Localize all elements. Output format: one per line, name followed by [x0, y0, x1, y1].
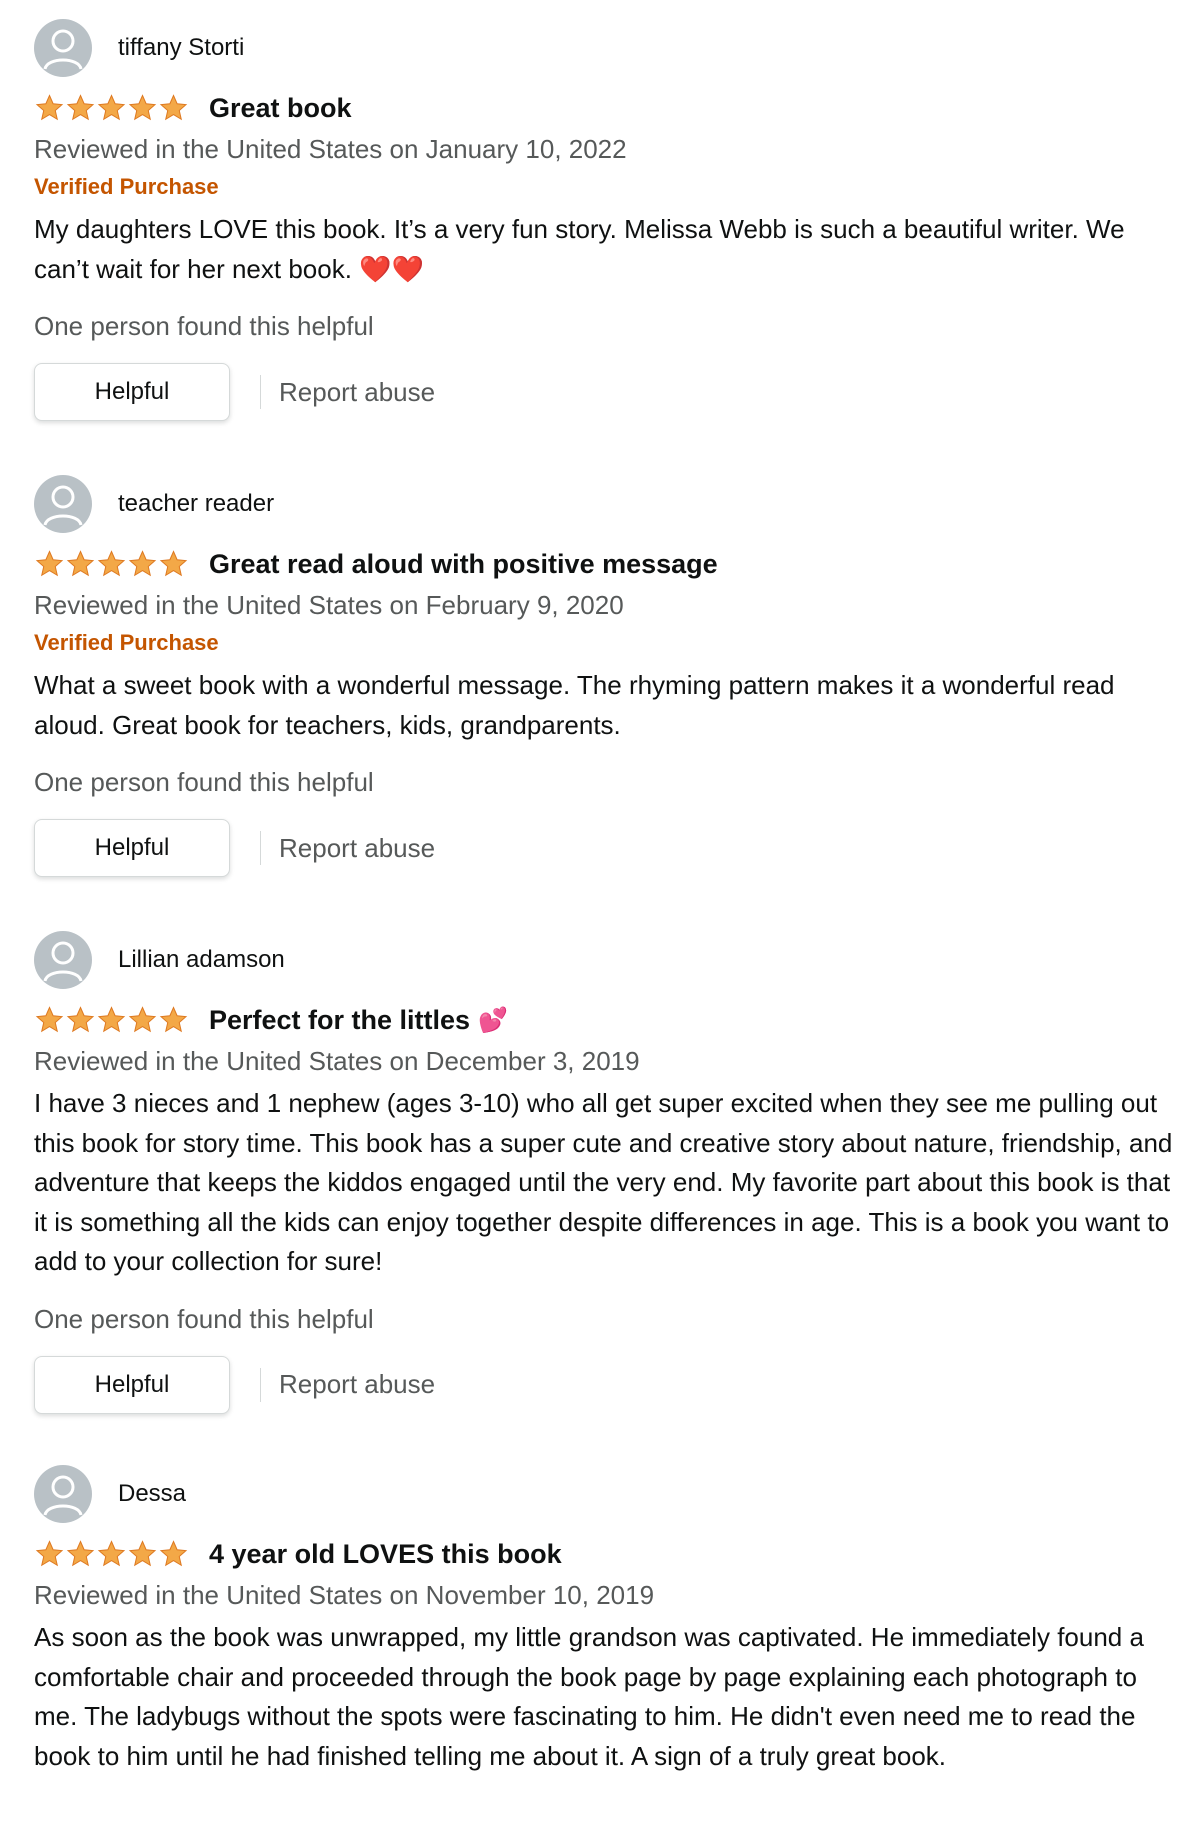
helpful-count: One person found this helpful	[34, 767, 374, 797]
review-date: Reviewed in the United States on Novembe…	[34, 1580, 655, 1610]
star-filled-icon	[128, 1540, 157, 1567]
avatar-icon	[34, 19, 92, 77]
divider	[260, 1367, 261, 1402]
avatar-icon	[34, 1465, 92, 1523]
star-filled-icon	[66, 550, 95, 577]
review-card: Dessa 4 year old LOVES this book Reviewe…	[34, 1464, 1174, 1776]
review-body: As soon as the book was unwrapped, my li…	[34, 1622, 1144, 1771]
star-filled-icon	[35, 550, 64, 577]
pink-hearts-icon: 💕	[478, 1006, 508, 1034]
star-rating[interactable]	[34, 549, 189, 579]
star-filled-icon	[97, 550, 126, 577]
star-rating[interactable]	[34, 1539, 189, 1569]
helpful-button[interactable]: Helpful	[34, 1355, 230, 1414]
verified-purchase-badge: Verified Purchase	[34, 630, 219, 655]
report-abuse-link[interactable]: Report abuse	[279, 377, 435, 408]
star-filled-icon	[35, 1540, 64, 1567]
review-body: What a sweet book with a wonderful messa…	[34, 670, 1115, 740]
star-filled-icon	[128, 550, 157, 577]
divider	[260, 375, 261, 409]
star-filled-icon	[128, 1006, 157, 1033]
star-filled-icon	[159, 1540, 188, 1567]
verified-purchase-badge: Verified Purchase	[34, 174, 219, 199]
star-filled-icon	[159, 1006, 188, 1033]
avatar-icon	[34, 931, 92, 989]
star-filled-icon	[66, 1006, 95, 1033]
report-abuse-link[interactable]: Report abuse	[279, 1369, 435, 1400]
star-filled-icon	[35, 94, 64, 121]
reviewer-profile[interactable]: teacher reader	[34, 474, 1174, 534]
divider	[260, 831, 261, 865]
review-body: My daughters LOVE this book. It’s a very…	[34, 214, 1125, 284]
review-body: I have 3 nieces and 1 nephew (ages 3-10)…	[34, 1088, 1173, 1276]
helpful-button[interactable]: Helpful	[34, 819, 230, 877]
star-filled-icon	[66, 1540, 95, 1567]
review-card: Lillian adamson Perfect for the littles …	[34, 930, 1174, 1414]
reviewer-name[interactable]: Lillian adamson	[118, 946, 285, 974]
star-filled-icon	[97, 94, 126, 121]
reviewer-profile[interactable]: Lillian adamson	[34, 930, 1174, 990]
reviewer-profile[interactable]: tiffany Storti	[34, 18, 1174, 78]
review-card: teacher reader Great read aloud with pos…	[34, 474, 1174, 877]
star-rating[interactable]	[34, 1005, 189, 1035]
star-filled-icon	[159, 550, 188, 577]
review-title[interactable]: Great read aloud with positive message	[209, 549, 718, 580]
reviewer-name[interactable]: teacher reader	[118, 490, 274, 518]
reviewer-name[interactable]: Dessa	[118, 1480, 186, 1508]
star-filled-icon	[97, 1540, 126, 1567]
review-card: tiffany Storti Great book Reviewed in th…	[34, 18, 1174, 421]
helpful-count: One person found this helpful	[34, 1303, 374, 1334]
avatar-icon	[34, 475, 92, 533]
star-filled-icon	[66, 94, 95, 121]
star-filled-icon	[159, 94, 188, 121]
star-rating[interactable]	[34, 93, 189, 123]
star-filled-icon	[128, 94, 157, 121]
review-date: Reviewed in the United States on January…	[34, 134, 627, 164]
star-filled-icon	[35, 1006, 64, 1033]
star-filled-icon	[97, 1006, 126, 1033]
reviewer-profile[interactable]: Dessa	[34, 1464, 1174, 1524]
report-abuse-link[interactable]: Report abuse	[279, 833, 435, 864]
review-title[interactable]: Perfect for the littles	[209, 1005, 470, 1036]
helpful-button[interactable]: Helpful	[34, 363, 230, 421]
reviewer-name[interactable]: tiffany Storti	[118, 34, 244, 62]
helpful-count: One person found this helpful	[34, 311, 374, 341]
review-title[interactable]: 4 year old LOVES this book	[209, 1539, 562, 1570]
review-date: Reviewed in the United States on Decembe…	[34, 1046, 640, 1076]
review-title[interactable]: Great book	[209, 93, 352, 124]
review-date: Reviewed in the United States on Februar…	[34, 590, 624, 620]
